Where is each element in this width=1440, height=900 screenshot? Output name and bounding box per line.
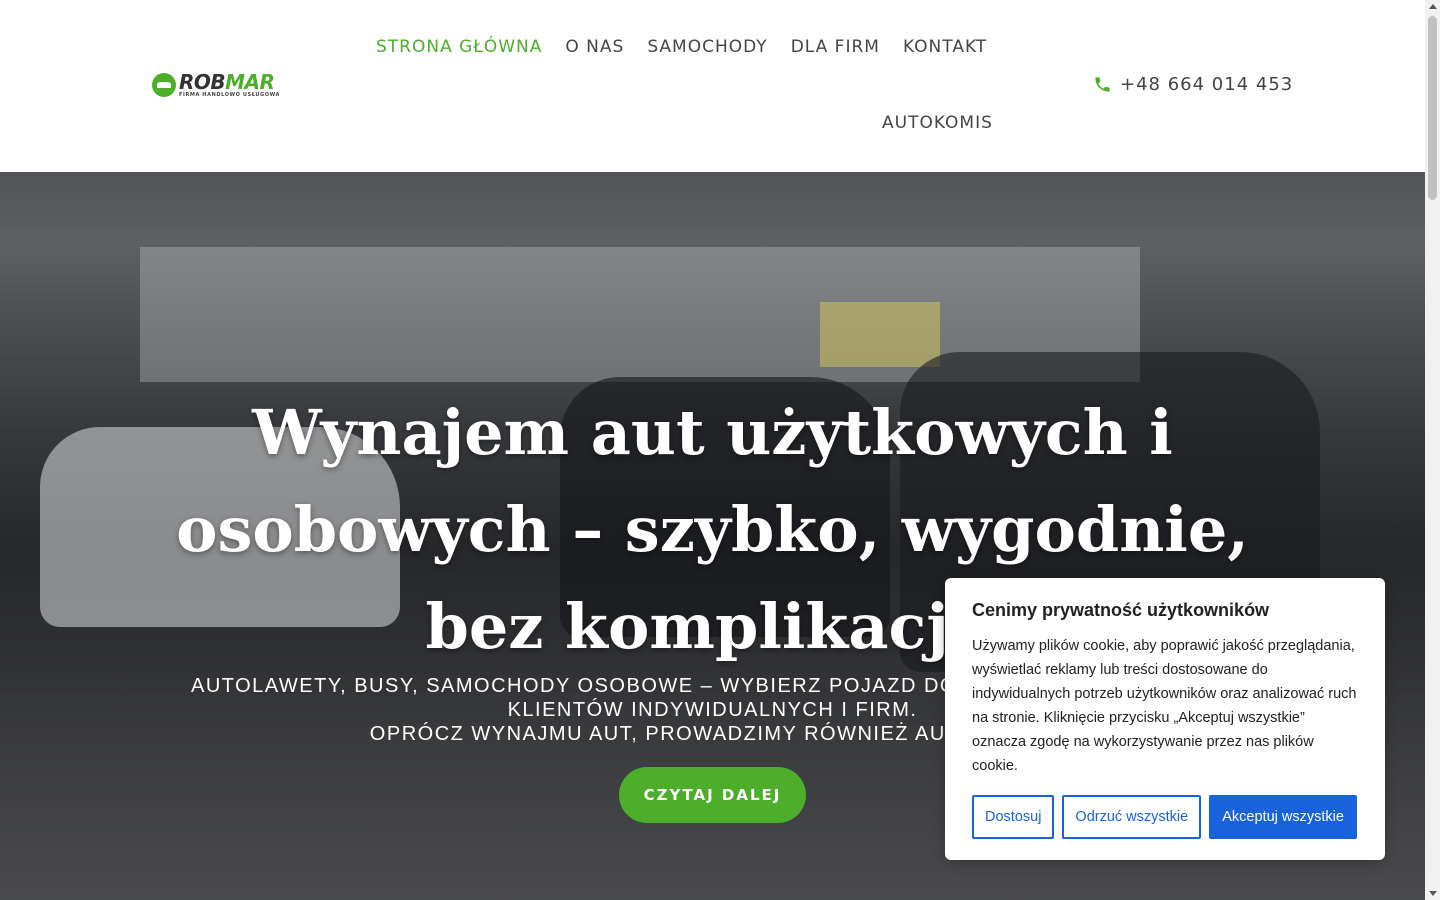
- scroll-up-arrow-icon[interactable]: [1429, 4, 1437, 9]
- nav-item-about[interactable]: O NAS: [565, 37, 624, 57]
- cookie-customize-button[interactable]: Dostosuj: [972, 795, 1055, 839]
- cookie-accept-button[interactable]: Akceptuj wszystkie: [1209, 795, 1357, 839]
- page-scrollbar[interactable]: [1425, 0, 1440, 900]
- logo-word-rob: ROB: [179, 70, 226, 94]
- scroll-thumb[interactable]: [1428, 16, 1437, 200]
- cookie-title: Cenimy prywatność użytkowników: [972, 600, 1270, 620]
- logo-mark-icon: [152, 73, 176, 97]
- main-nav: STRONA GŁÓWNA O NAS SAMOCHODY DLA FIRM K…: [376, 37, 1010, 57]
- phone-icon: [1095, 77, 1110, 92]
- logo-wordmark: ROBMAR: [179, 72, 280, 92]
- nav-item-autokomis[interactable]: AUTOKOMIS: [882, 113, 993, 133]
- phone-link[interactable]: +48 664 014 453: [1093, 74, 1293, 95]
- logo-word-mar: MAR: [225, 70, 275, 94]
- nav-item-home[interactable]: STRONA GŁÓWNA: [376, 37, 542, 57]
- nav-item-business[interactable]: DLA FIRM: [791, 37, 880, 57]
- hero-bg-building-2: [820, 302, 940, 367]
- nav-item-cars[interactable]: SAMOCHODY: [647, 37, 767, 57]
- cookie-reject-button[interactable]: Odrzuć wszystkie: [1062, 795, 1202, 839]
- hero-title-line-2: osobowych – szybko, wygodnie,: [176, 493, 1249, 566]
- site-header: ROBMAR FIRMA HANDLOWO USŁUGOWA STRONA GŁ…: [0, 0, 1425, 172]
- nav-item-contact[interactable]: KONTAKT: [903, 37, 987, 57]
- hero-title-line-1: Wynajem aut użytkowych i: [252, 396, 1173, 469]
- logo[interactable]: ROBMAR FIRMA HANDLOWO USŁUGOWA: [152, 72, 280, 98]
- logo-subtitle: FIRMA HANDLOWO USŁUGOWA: [179, 92, 280, 98]
- read-more-button[interactable]: CZYTAJ DALEJ: [619, 767, 806, 823]
- cookie-buttons: Dostosuj Odrzuć wszystkie Akceptuj wszys…: [972, 795, 1357, 839]
- scroll-down-arrow-icon[interactable]: [1429, 891, 1437, 896]
- cookie-consent-dialog: Cenimy prywatność użytkowników Używamy p…: [945, 578, 1385, 860]
- cookie-text: Używamy plików cookie, aby poprawić jako…: [972, 638, 1357, 774]
- logo-text: ROBMAR FIRMA HANDLOWO USŁUGOWA: [179, 72, 280, 98]
- phone-number: +48 664 014 453: [1120, 74, 1294, 95]
